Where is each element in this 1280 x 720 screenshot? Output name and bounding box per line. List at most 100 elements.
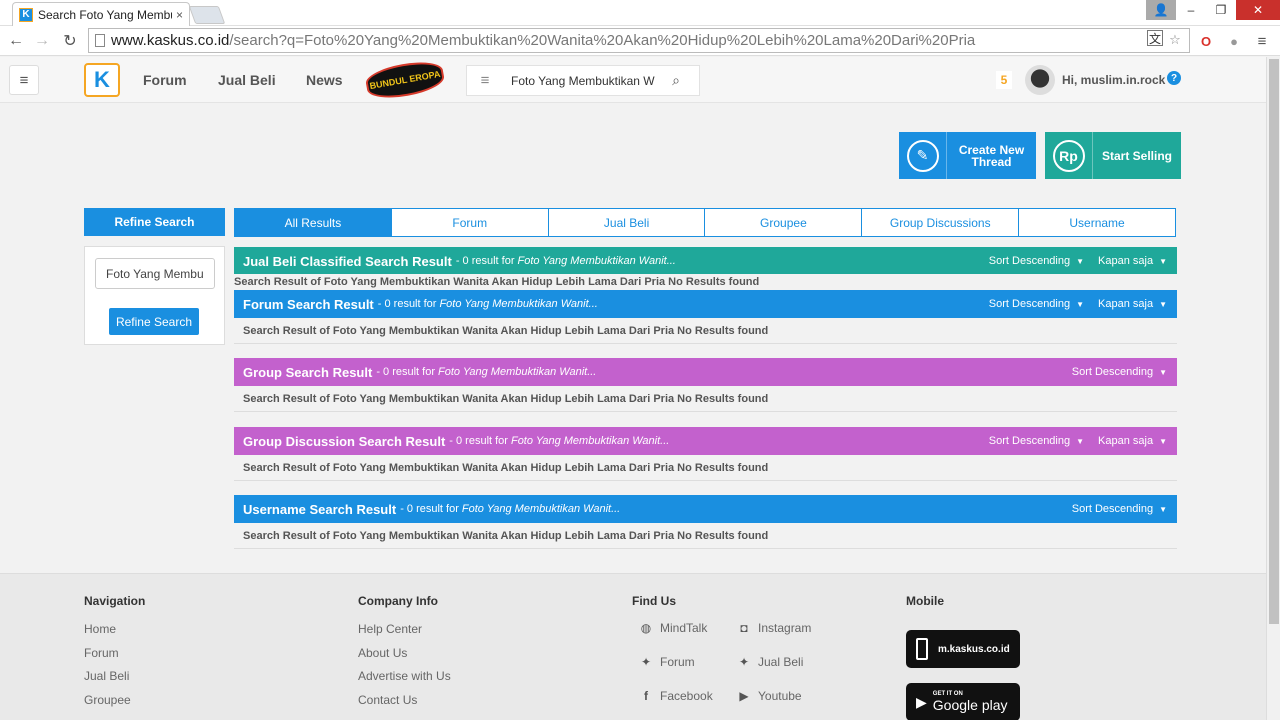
tab-username[interactable]: Username xyxy=(1018,209,1175,236)
result-count: - 0 result for xyxy=(449,435,508,447)
footer-link[interactable]: Groupee xyxy=(84,693,145,717)
time-label: Kapan saja xyxy=(1098,435,1154,447)
nav-forum[interactable]: Forum xyxy=(143,72,187,88)
jual-beli-result-header: Jual Beli Classified Search Result - 0 r… xyxy=(234,247,1177,275)
twitter-icon: ✦ xyxy=(640,655,652,669)
time-label: Kapan saja xyxy=(1098,255,1154,267)
bundul-eropa-promo-logo[interactable]: BUNDUL EROPA xyxy=(363,57,447,103)
mindtalk-icon: ◍ xyxy=(640,621,652,635)
user-greeting[interactable]: Hi, muslim.in.rock xyxy=(1062,73,1165,87)
forum-result-message: Search Result of Foto Yang Membuktikan W… xyxy=(234,318,1177,344)
google-play-text: GET IT ON Google play xyxy=(933,691,1008,713)
findus-label: Facebook xyxy=(660,689,713,703)
forum-result-header: Forum Search Result - 0 result for Foto … xyxy=(234,290,1177,318)
findus-label: Forum xyxy=(660,655,695,669)
time-dropdown[interactable]: Kapan saja ▼ xyxy=(1098,298,1167,310)
back-arrow-icon[interactable]: ← xyxy=(6,31,26,51)
minimize-button[interactable]: – xyxy=(1176,0,1206,20)
search-category-menu-icon[interactable]: ≡ xyxy=(467,72,503,89)
forward-arrow-icon[interactable]: → xyxy=(32,31,52,51)
browser-tab[interactable]: K Search Foto Yang Membu × xyxy=(12,2,190,26)
result-query: Foto Yang Membuktikan Wanit... xyxy=(461,503,621,515)
findus-twitter-jual-beli[interactable]: ✦ Jual Beli xyxy=(736,654,803,670)
footer-link[interactable]: Jual Beli xyxy=(84,669,145,693)
user-avatar[interactable] xyxy=(1025,65,1055,95)
footer-heading: Company Info xyxy=(358,594,438,608)
tab-groupee[interactable]: Groupee xyxy=(704,209,861,236)
footer-find-us: Find Us xyxy=(632,594,676,622)
footer-heading: Navigation xyxy=(84,594,146,608)
sort-dropdown[interactable]: Sort Descending ▼ xyxy=(1072,366,1167,378)
tab-jual-beli[interactable]: Jual Beli xyxy=(547,209,705,236)
time-dropdown[interactable]: Kapan saja ▼ xyxy=(1098,435,1167,447)
mobile-site-label: m.kaskus.co.id xyxy=(938,643,1010,655)
tab-group-discussions[interactable]: Group Discussions xyxy=(861,209,1018,236)
menu-hamburger-icon[interactable]: ≡ xyxy=(9,65,39,95)
page-scrollbar[interactable] xyxy=(1266,57,1280,720)
close-window-button[interactable]: ✕ xyxy=(1236,0,1280,20)
page-icon xyxy=(95,34,105,47)
footer-link[interactable]: About Us xyxy=(358,646,451,670)
refine-search-input[interactable] xyxy=(95,258,215,289)
footer-link[interactable]: Contact Us xyxy=(358,693,451,717)
footer-link[interactable]: Advertise with Us xyxy=(358,669,451,693)
new-tab-button[interactable] xyxy=(188,6,226,24)
create-thread-icon-wrap: ✎ xyxy=(899,132,947,179)
sort-dropdown[interactable]: Sort Descending ▼ xyxy=(989,298,1084,310)
user-profile-icon[interactable]: 👤 xyxy=(1146,0,1176,20)
browser-tabstrip: K Search Foto Yang Membu × 👤 – ❐ ✕ xyxy=(0,0,1280,26)
sort-label: Sort Descending xyxy=(988,255,1071,267)
start-selling-button[interactable]: Rp Start Selling xyxy=(1045,132,1181,179)
refine-search-button[interactable]: Refine Search xyxy=(109,308,199,335)
reload-icon[interactable]: ↻ xyxy=(60,31,80,51)
time-dropdown[interactable]: Kapan saja ▼ xyxy=(1098,255,1167,267)
section-title: Group Discussion Search Result xyxy=(243,433,446,449)
sort-dropdown[interactable]: Sort Descending ▼ xyxy=(989,435,1084,447)
notification-count[interactable]: 5 xyxy=(996,71,1012,89)
findus-facebook[interactable]: f Facebook xyxy=(638,688,713,704)
chevron-down-icon: ▼ xyxy=(1076,257,1085,266)
search-icon[interactable]: ⌕ xyxy=(661,72,691,89)
google-play-badge[interactable]: ▶ GET IT ON Google play xyxy=(906,683,1020,720)
nav-news[interactable]: News xyxy=(306,72,343,88)
window-controls: 👤 – ❐ ✕ xyxy=(1146,0,1280,20)
help-icon[interactable]: ? xyxy=(1167,71,1181,85)
tab-close-icon[interactable]: × xyxy=(176,8,183,22)
findus-youtube[interactable]: ▶ Youtube xyxy=(736,688,801,704)
kaskus-logo[interactable]: K xyxy=(84,63,120,97)
section-title: Forum Search Result xyxy=(243,296,374,312)
footer-link[interactable]: Home xyxy=(84,622,145,646)
nav-jual-beli[interactable]: Jual Beli xyxy=(218,72,276,88)
bookmark-star-icon[interactable]: ☆ xyxy=(1165,30,1185,50)
sort-dropdown[interactable]: Sort Descending ▼ xyxy=(1072,503,1167,515)
address-bar[interactable]: www.kaskus.co.id/search?q=Foto%20Yang%20… xyxy=(88,28,1190,53)
chrome-menu-icon[interactable]: ≡ xyxy=(1252,31,1272,51)
result-query: Foto Yang Membuktikan Wanit... xyxy=(517,255,676,267)
section-title: Jual Beli Classified Search Result xyxy=(243,253,452,269)
tab-all-results[interactable]: All Results xyxy=(235,209,391,236)
findus-instagram[interactable]: ◘ Instagram xyxy=(736,620,811,636)
sort-dropdown[interactable]: Sort Descending ▼ xyxy=(989,255,1084,267)
url-host: www.kaskus.co.id xyxy=(111,32,230,49)
section-title: Group Search Result xyxy=(243,364,373,380)
footer-navigation: Navigation Home Forum Jual Beli Groupee xyxy=(84,594,145,716)
google-play-icon: ▶ xyxy=(916,693,927,710)
url-path: /search?q=Foto%20Yang%20Membuktikan%20Wa… xyxy=(229,32,976,49)
findus-mindtalk[interactable]: ◍ MindTalk xyxy=(638,620,708,636)
create-thread-button[interactable]: ✎ Create New Thread xyxy=(899,132,1036,179)
chevron-down-icon: ▼ xyxy=(1076,300,1085,309)
opera-extension-icon[interactable]: O xyxy=(1196,31,1216,51)
tab-forum[interactable]: Forum xyxy=(390,209,548,236)
scrollbar-thumb[interactable] xyxy=(1269,59,1279,624)
extension-globe-icon[interactable]: ● xyxy=(1224,31,1244,51)
mobile-site-badge[interactable]: m.kaskus.co.id xyxy=(906,630,1020,668)
header-search-input[interactable] xyxy=(511,73,661,88)
translate-icon[interactable]: 文 xyxy=(1147,30,1163,46)
footer-heading: Find Us xyxy=(632,594,676,608)
restore-button[interactable]: ❐ xyxy=(1206,0,1236,20)
findus-twitter-forum[interactable]: ✦ Forum xyxy=(638,654,695,670)
footer-link[interactable]: Help Center xyxy=(358,622,451,646)
refine-search-panel: Refine Search xyxy=(84,246,225,345)
sort-label: Sort Descending xyxy=(988,298,1071,310)
footer-link[interactable]: Forum xyxy=(84,646,145,670)
